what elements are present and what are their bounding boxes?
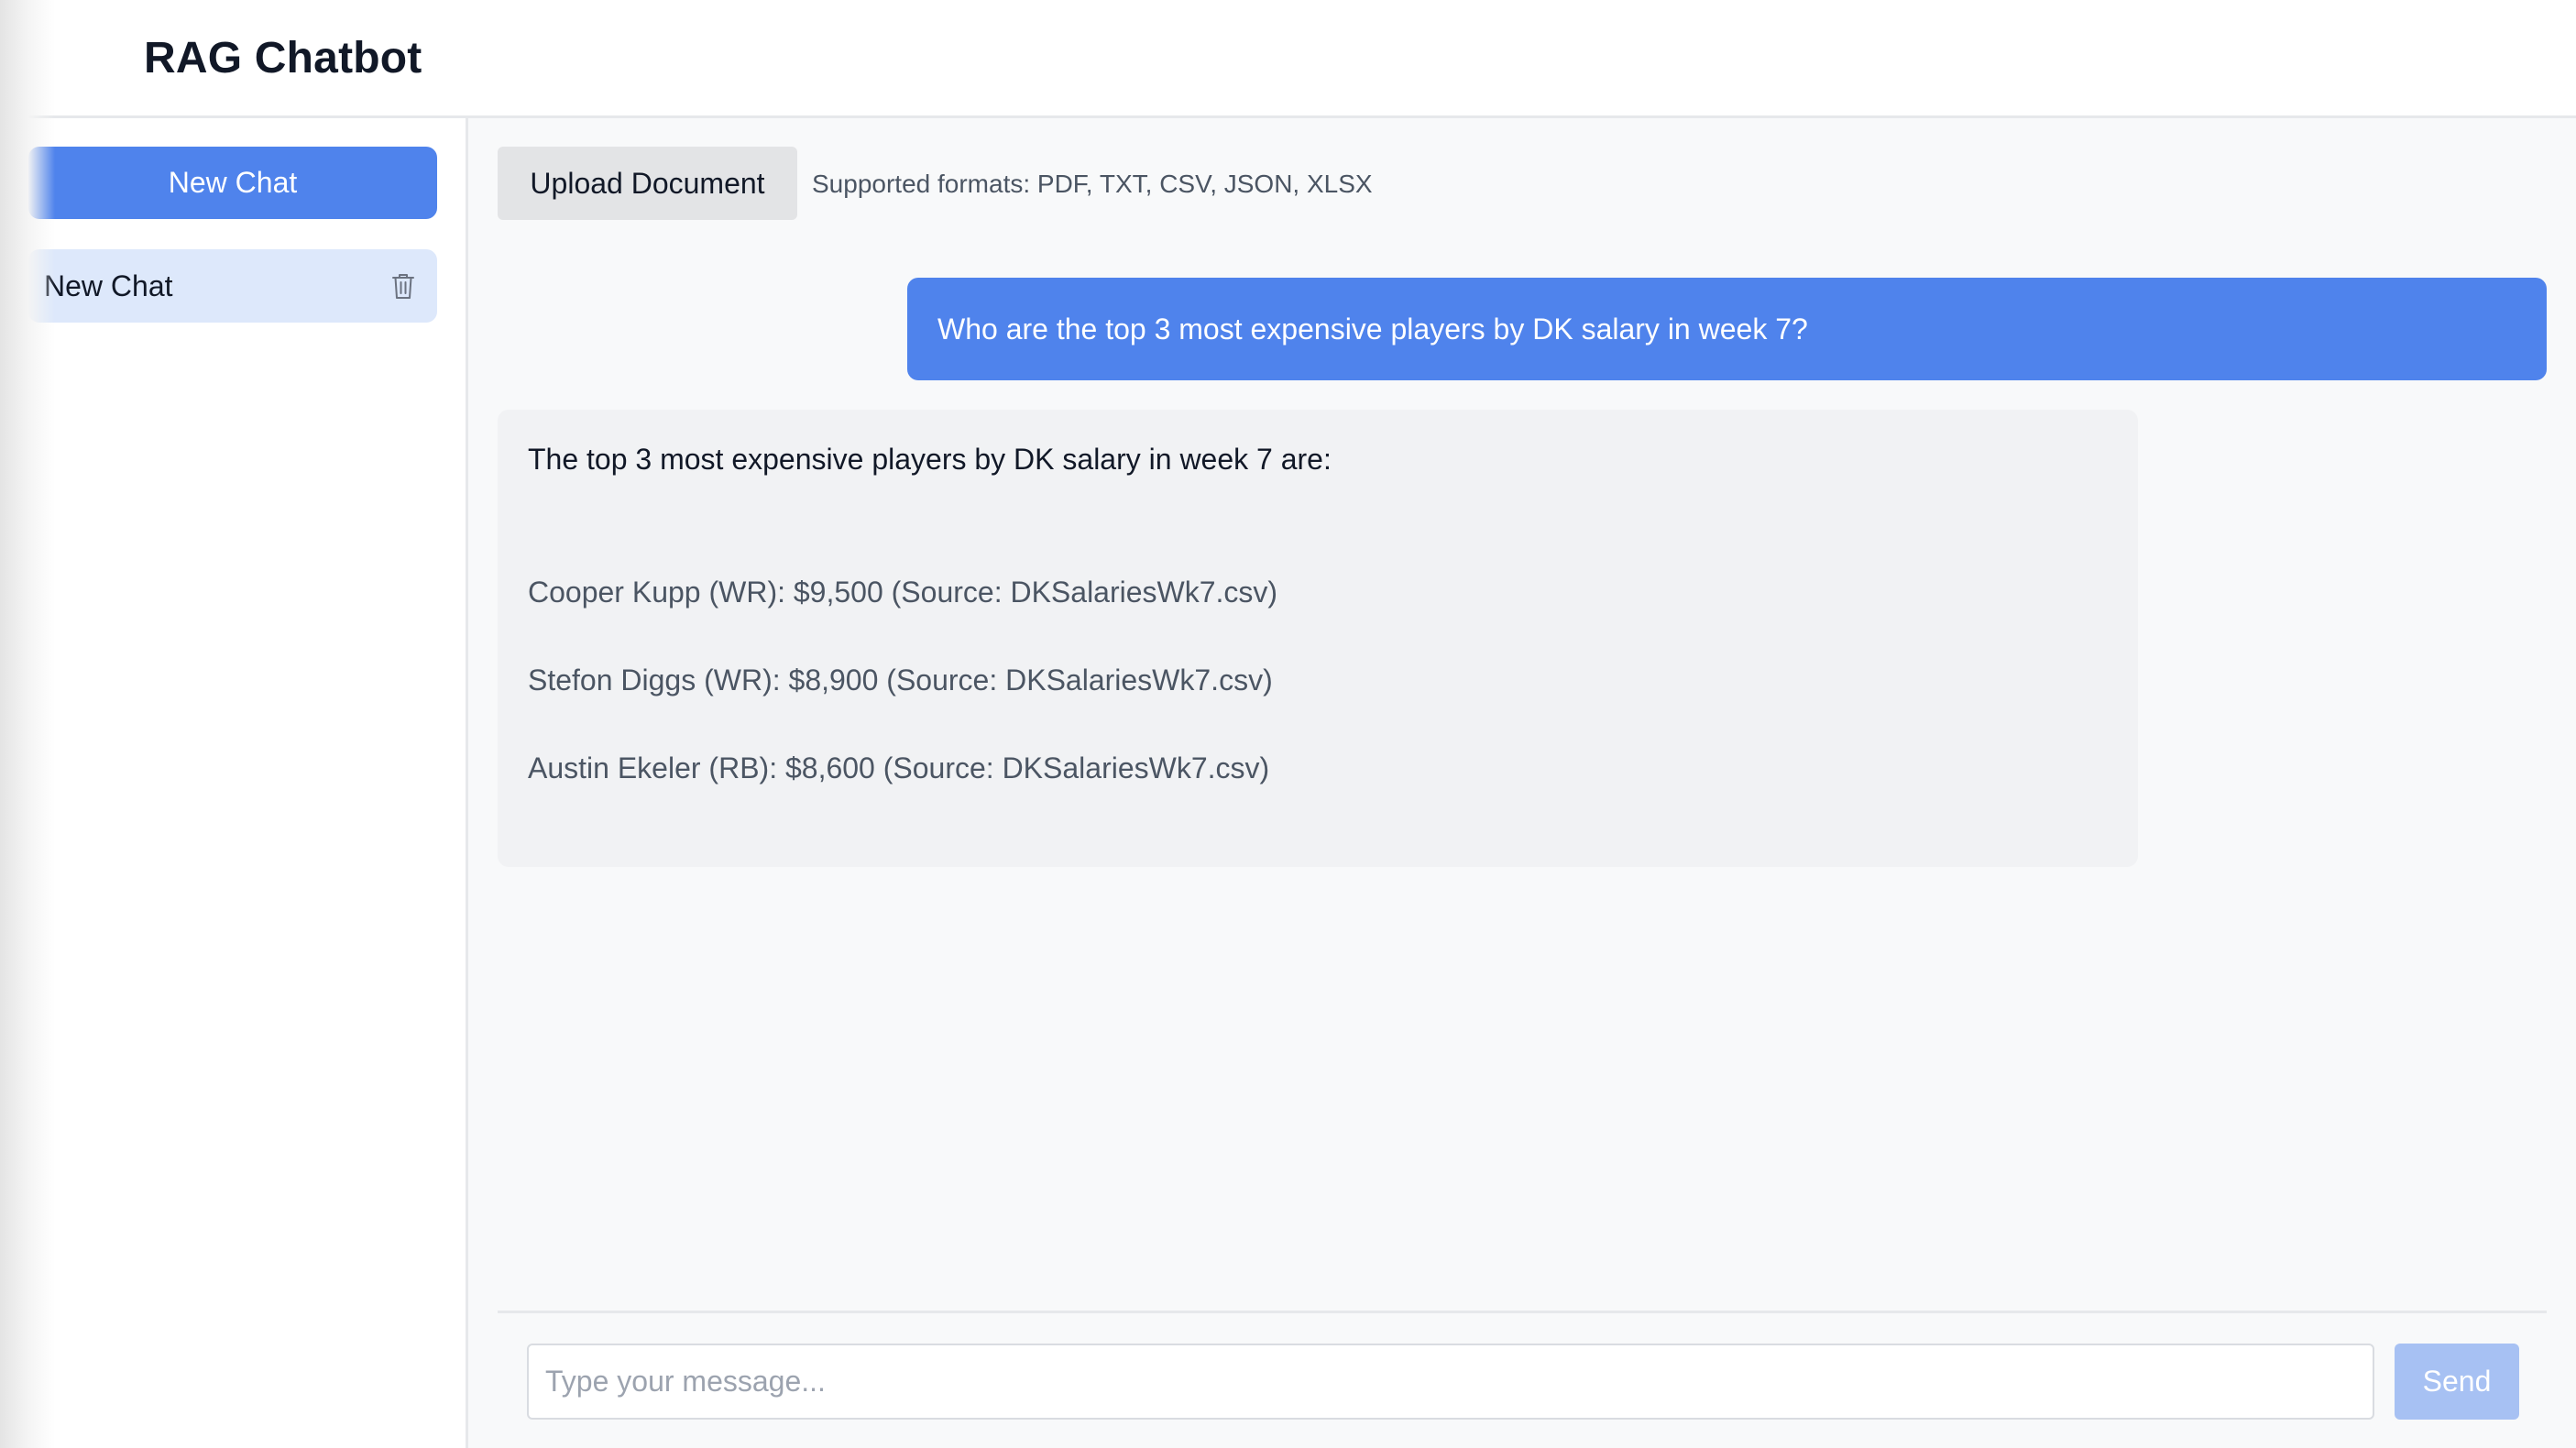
header: RAG Chatbot	[0, 0, 2576, 118]
app-title: RAG Chatbot	[144, 34, 422, 82]
supported-formats-text: Supported formats: PDF, TXT, CSV, JSON, …	[812, 170, 1373, 198]
message-composer: Send	[498, 1311, 2547, 1448]
chat-area: Upload Document Supported formats: PDF, …	[468, 118, 2576, 1448]
trash-icon[interactable]	[389, 271, 417, 301]
message-input[interactable]	[527, 1344, 2374, 1420]
new-chat-button[interactable]: New Chat	[28, 147, 437, 219]
user-message-bubble: Who are the top 3 most expensive players…	[907, 278, 2547, 380]
sidebar: New Chat New Chat	[0, 118, 468, 1448]
assistant-answer-line: Cooper Kupp (WR): $9,500 (Source: DKSala…	[528, 576, 1278, 609]
app-window: RAG Chatbot New Chat New Chat Upload Doc…	[0, 0, 2576, 1448]
assistant-intro-text: The top 3 most expensive players by DK s…	[528, 443, 1332, 476]
send-button[interactable]: Send	[2395, 1344, 2519, 1420]
assistant-message-bubble: The top 3 most expensive players by DK s…	[498, 410, 2138, 867]
assistant-answer-line: Austin Ekeler (RB): $8,600 (Source: DKSa…	[528, 751, 1270, 784]
upload-document-button[interactable]: Upload Document	[498, 147, 797, 220]
user-message-text: Who are the top 3 most expensive players…	[937, 312, 1808, 346]
assistant-answer-line: Stefon Diggs (WR): $8,900 (Source: DKSal…	[528, 664, 1273, 697]
chat-list-item-label: New Chat	[44, 269, 173, 302]
chat-list-item[interactable]: New Chat	[28, 249, 437, 323]
